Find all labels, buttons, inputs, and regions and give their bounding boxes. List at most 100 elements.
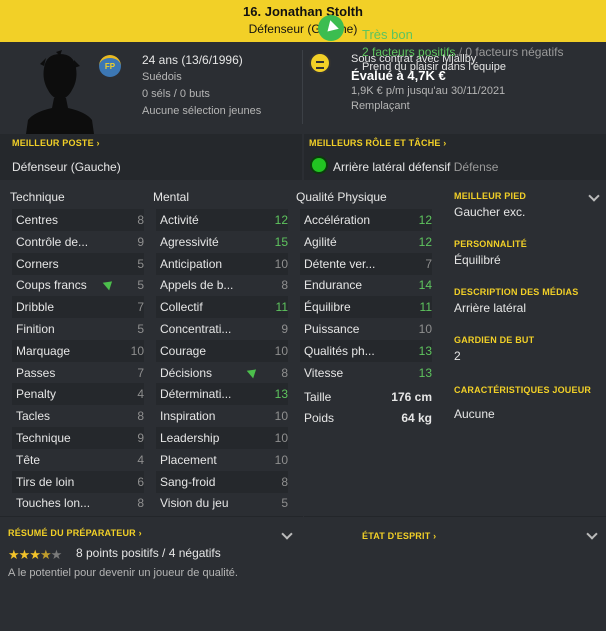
player-caps: 0 séls / 0 buts bbox=[142, 88, 210, 100]
attribute-row[interactable]: Accélération 12 bbox=[300, 209, 432, 231]
player-traits-value: Aucune bbox=[454, 407, 495, 421]
attribute-row[interactable]: Équilibre 11 bbox=[300, 296, 432, 319]
attribute-value: 5 bbox=[137, 322, 144, 336]
attribute-value: 12 bbox=[418, 213, 432, 227]
attribute-row[interactable]: Inspiration 10 bbox=[156, 405, 288, 427]
attribute-row[interactable]: Concentrati... 9 bbox=[156, 318, 288, 340]
attribute-row[interactable]: Passes 7 bbox=[12, 362, 144, 384]
best-position-title[interactable]: MEILLEUR POSTE › bbox=[12, 138, 100, 148]
attribute-value: 7 bbox=[137, 365, 144, 380]
attribute-row[interactable]: Marquage 10 bbox=[12, 339, 144, 362]
player-traits-title: CARACTÉRISTIQUES JOUEUR bbox=[454, 385, 592, 395]
attribute-row[interactable]: Détente ver... 7 bbox=[300, 252, 432, 275]
profile-info: 24 ans (13/6/1996) Suédois 0 séls / 0 bu… bbox=[142, 52, 261, 120]
attribute-row[interactable]: Corners 5 bbox=[12, 252, 144, 275]
attribute-name: Activité bbox=[160, 213, 199, 227]
attribute-row[interactable]: Anticipation 10 bbox=[156, 252, 288, 275]
height-label: Taille bbox=[304, 390, 332, 404]
attribute-row[interactable]: Coups francs 5 bbox=[12, 274, 144, 296]
attribute-value: 10 bbox=[274, 452, 288, 467]
attribute-row[interactable]: Tête 4 bbox=[12, 449, 144, 471]
attribute-row[interactable]: Tirs de loin 6 bbox=[12, 470, 144, 493]
attribute-row[interactable]: Tacles 8 bbox=[12, 405, 144, 427]
attribute-value: 8 bbox=[281, 474, 288, 489]
attribute-value: 10 bbox=[274, 343, 288, 358]
attribute-value: 4 bbox=[137, 387, 144, 402]
attribute-row[interactable]: Sang-froid 8 bbox=[156, 470, 288, 493]
attribute-row[interactable]: Agilité 12 bbox=[300, 231, 432, 253]
attribute-value: 5 bbox=[281, 496, 288, 511]
attribute-row[interactable]: Leadership 10 bbox=[156, 427, 288, 449]
attribute-name: Collectif bbox=[160, 300, 203, 315]
star-icon: ★ bbox=[8, 547, 20, 562]
chevron-down-icon[interactable] bbox=[588, 190, 600, 202]
best-role-panel[interactable]: MEILLEURS RÔLE ET TÂCHE › Arrière latéra… bbox=[304, 134, 606, 180]
attribute-value: 8 bbox=[137, 496, 144, 511]
attribute-row[interactable]: Déterminati... 13 bbox=[156, 383, 288, 406]
report-note: A le potentiel pour devenir un joueur de… bbox=[8, 567, 238, 579]
attribute-value: 8 bbox=[281, 278, 288, 293]
best-position-panel[interactable]: MEILLEUR POSTE › Défenseur (Gauche) bbox=[0, 134, 302, 180]
best-role-title[interactable]: MEILLEURS RÔLE ET TÂCHE › bbox=[309, 138, 447, 148]
attribute-value: 9 bbox=[137, 431, 144, 445]
weight-row: Poids 64 kg bbox=[304, 411, 432, 425]
divider bbox=[302, 50, 303, 124]
attribute-name: Centres bbox=[16, 213, 59, 227]
attribute-row[interactable]: Dribble 7 bbox=[12, 296, 144, 319]
positive-factors[interactable]: 2 facteurs positifs bbox=[362, 45, 455, 59]
chevron-down-icon[interactable] bbox=[586, 528, 598, 540]
attribute-value: 5 bbox=[137, 256, 144, 271]
attribute-name: Décisions bbox=[160, 365, 213, 380]
attribute-value: 5 bbox=[137, 278, 144, 293]
media-description-value: Arrière latéral bbox=[454, 301, 527, 315]
morale-panel: ÉTAT D'ESPRIT › bbox=[304, 516, 606, 631]
physical-header: Qualité Physique bbox=[296, 190, 387, 204]
attribute-value: 7 bbox=[425, 256, 432, 271]
attribute-row[interactable]: Agressivité 15 bbox=[156, 231, 288, 253]
attributes-area: Technique Mental Qualité Physique Centre… bbox=[0, 182, 446, 516]
chevron-down-icon[interactable] bbox=[281, 528, 293, 540]
attribute-row[interactable]: Centres 8 bbox=[12, 209, 144, 231]
attribute-value: 11 bbox=[275, 300, 288, 315]
attribute-row[interactable]: Finition 5 bbox=[12, 318, 144, 340]
best-position-value: Défenseur (Gauche) bbox=[12, 160, 121, 174]
attribute-value: 10 bbox=[130, 343, 144, 358]
attribute-row[interactable]: Puissance 10 bbox=[300, 318, 432, 340]
attribute-name: Finition bbox=[16, 322, 55, 336]
attribute-name: Vitesse bbox=[304, 365, 344, 380]
attribute-name: Qualités ph... bbox=[304, 343, 375, 358]
attribute-row[interactable]: Activité 12 bbox=[156, 209, 288, 231]
coach-report-title[interactable]: RÉSUMÉ DU PRÉPARATEUR › bbox=[8, 528, 142, 538]
morale-title[interactable]: ÉTAT D'ESPRIT › bbox=[362, 531, 436, 541]
attribute-value: 13 bbox=[418, 365, 432, 380]
technique-header: Technique bbox=[10, 190, 65, 204]
player-position: Défenseur (Gauche) bbox=[248, 22, 358, 36]
attribute-value: 12 bbox=[418, 234, 432, 249]
attribute-row[interactable]: Technique 9 bbox=[12, 427, 144, 449]
player-nationality: Suédois bbox=[142, 71, 182, 83]
attribute-name: Agilité bbox=[304, 234, 337, 249]
attribute-value: 8 bbox=[281, 365, 288, 380]
negative-factors[interactable]: 0 facteurs négatifs bbox=[465, 45, 563, 59]
club-crest-icon[interactable] bbox=[309, 52, 331, 74]
attribute-value: 7 bbox=[137, 300, 144, 315]
height-value: 176 cm bbox=[391, 390, 432, 404]
attribute-row[interactable]: Endurance 14 bbox=[300, 274, 432, 296]
attribute-name: Inspiration bbox=[160, 409, 216, 424]
attribute-row[interactable]: Qualités ph... 13 bbox=[300, 339, 432, 362]
attribute-row[interactable]: Contrôle de... 9 bbox=[12, 231, 144, 253]
attribute-row[interactable]: Décisions 8 bbox=[156, 362, 288, 384]
attribute-row[interactable]: Placement 10 bbox=[156, 449, 288, 471]
morale-factors: 2 facteurs positifs / 0 facteurs négatif… bbox=[362, 45, 563, 59]
attribute-row[interactable]: Vitesse 13 bbox=[300, 362, 432, 384]
attribute-row[interactable]: Appels de b... 8 bbox=[156, 274, 288, 296]
attribute-row[interactable]: Collectif 11 bbox=[156, 296, 288, 319]
attribute-name: Courage bbox=[160, 343, 207, 358]
attribute-name: Concentrati... bbox=[160, 322, 232, 336]
attribute-row[interactable]: Penalty 4 bbox=[12, 383, 144, 406]
mental-header: Mental bbox=[153, 190, 190, 204]
personality-value: Équilibré bbox=[454, 253, 501, 267]
attribute-row[interactable]: Touches lon... 8 bbox=[12, 492, 144, 514]
attribute-row[interactable]: Vision du jeu 5 bbox=[156, 492, 288, 514]
attribute-row[interactable]: Courage 10 bbox=[156, 339, 288, 362]
